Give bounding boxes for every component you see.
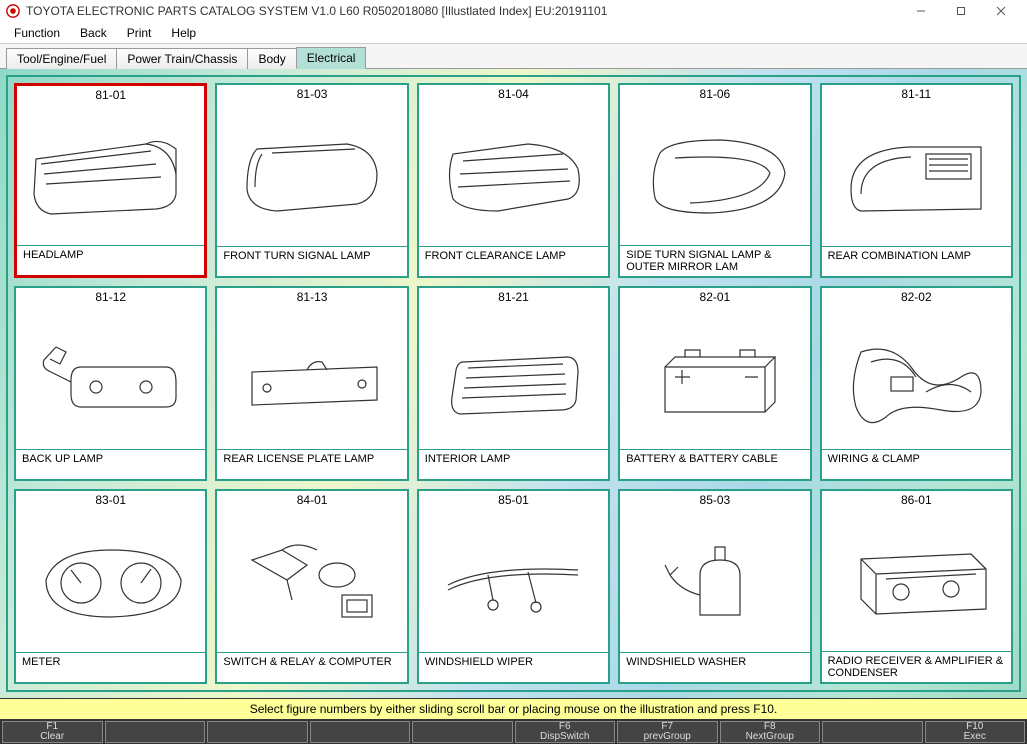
- fkey-f1[interactable]: F1Clear: [2, 721, 103, 743]
- clearance-lamp-icon: [419, 102, 608, 246]
- wiper-icon: [419, 508, 608, 652]
- parts-grid: 81-01 HEADLAMP 81-03 FRONT TURN SIGNAL LAMP…: [14, 83, 1013, 684]
- menu-function[interactable]: Function: [4, 24, 70, 42]
- part-label: WINDSHIELD WIPER: [419, 652, 608, 682]
- menu-back[interactable]: Back: [70, 24, 117, 42]
- tab-tool-engine-fuel[interactable]: Tool/Engine/Fuel: [6, 48, 117, 69]
- part-code: 82-02: [822, 288, 1011, 305]
- part-label: SIDE TURN SIGNAL LAMP & OUTER MIRROR LAM: [620, 245, 809, 276]
- fkey-empty: [105, 721, 206, 743]
- wiring-icon: [822, 305, 1011, 449]
- part-code: 81-11: [822, 85, 1011, 102]
- turn-signal-icon: [217, 102, 406, 246]
- minimize-button[interactable]: [901, 0, 941, 22]
- part-label: FRONT TURN SIGNAL LAMP: [217, 246, 406, 276]
- headlamp-icon: [17, 103, 204, 245]
- function-key-bar: F1Clear F6DispSwitchF7prevGroupF8NextGrou…: [0, 720, 1027, 744]
- part-cell-81-03[interactable]: 81-03 FRONT TURN SIGNAL LAMP: [215, 83, 408, 278]
- tab-electrical[interactable]: Electrical: [296, 47, 367, 69]
- fkey-f7[interactable]: F7prevGroup: [617, 721, 718, 743]
- hint-bar: Select figure numbers by either sliding …: [0, 698, 1027, 720]
- app-icon: [6, 4, 20, 18]
- part-code: 81-03: [217, 85, 406, 102]
- fkey-f8[interactable]: F8NextGroup: [720, 721, 821, 743]
- part-cell-81-13[interactable]: 81-13 REAR LICENSE PLATE LAMP: [215, 286, 408, 481]
- part-code: 81-13: [217, 288, 406, 305]
- part-code: 81-04: [419, 85, 608, 102]
- fkey-f6[interactable]: F6DispSwitch: [515, 721, 616, 743]
- part-cell-81-01[interactable]: 81-01 HEADLAMP: [14, 83, 207, 278]
- title-bar: TOYOTA ELECTRONIC PARTS CATALOG SYSTEM V…: [0, 0, 1027, 22]
- part-cell-82-01[interactable]: 82-01 BATTERY & BATTERY CABLE: [618, 286, 811, 481]
- fkey-empty: [822, 721, 923, 743]
- fkey-f10[interactable]: F10Exec: [925, 721, 1026, 743]
- part-label: REAR LICENSE PLATE LAMP: [217, 449, 406, 479]
- interior-lamp-icon: [419, 305, 608, 449]
- part-code: 84-01: [217, 491, 406, 508]
- part-code: 86-01: [822, 491, 1011, 508]
- side-mirror-lamp-icon: [620, 102, 809, 245]
- part-cell-85-03[interactable]: 85-03 WINDSHIELD WASHER: [618, 489, 811, 684]
- part-code: 81-01: [17, 86, 204, 103]
- washer-icon: [620, 508, 809, 652]
- switch-relay-icon: [217, 508, 406, 652]
- part-label: METER: [16, 652, 205, 682]
- close-button[interactable]: [981, 0, 1021, 22]
- backup-lamp-icon: [16, 305, 205, 449]
- fkey-empty: [310, 721, 411, 743]
- part-label: HEADLAMP: [17, 245, 204, 275]
- part-cell-81-12[interactable]: 81-12 BACK UP LAMP: [14, 286, 207, 481]
- part-cell-86-01[interactable]: 86-01 RADIO RECEIVER & AMPLIFIER & CONDEN…: [820, 489, 1013, 684]
- part-cell-81-04[interactable]: 81-04 FRONT CLEARANCE LAMP: [417, 83, 610, 278]
- hint-text: Select figure numbers by either sliding …: [250, 702, 778, 716]
- part-label: RADIO RECEIVER & AMPLIFIER & CONDENSER: [822, 651, 1011, 682]
- menu-print[interactable]: Print: [117, 24, 162, 42]
- part-label: FRONT CLEARANCE LAMP: [419, 246, 608, 276]
- part-code: 83-01: [16, 491, 205, 508]
- part-code: 81-06: [620, 85, 809, 102]
- part-label: WINDSHIELD WASHER: [620, 652, 809, 682]
- meter-icon: [16, 508, 205, 652]
- battery-icon: [620, 305, 809, 449]
- part-cell-81-06[interactable]: 81-06 SIDE TURN SIGNAL LAMP & OUTER MIRRO…: [618, 83, 811, 278]
- part-code: 85-01: [419, 491, 608, 508]
- part-cell-85-01[interactable]: 85-01 WINDSHIELD WIPER: [417, 489, 610, 684]
- part-cell-81-11[interactable]: 81-11 REAR COMBINATION LAMP: [820, 83, 1013, 278]
- part-code: 82-01: [620, 288, 809, 305]
- rear-combo-lamp-icon: [822, 102, 1011, 246]
- part-label: REAR COMBINATION LAMP: [822, 246, 1011, 276]
- part-label: SWITCH & RELAY & COMPUTER: [217, 652, 406, 682]
- part-code: 85-03: [620, 491, 809, 508]
- main-canvas: 81-01 HEADLAMP 81-03 FRONT TURN SIGNAL LAMP…: [0, 68, 1027, 698]
- part-cell-82-02[interactable]: 82-02 WIRING & CLAMP: [820, 286, 1013, 481]
- menu-help[interactable]: Help: [161, 24, 206, 42]
- part-cell-84-01[interactable]: 84-01 SWITCH & RELAY & COMPUTER: [215, 489, 408, 684]
- menu-bar: FunctionBackPrintHelp: [0, 22, 1027, 44]
- tab-strip: Tool/Engine/FuelPower Train/ChassisBodyE…: [0, 44, 1027, 68]
- radio-icon: [822, 508, 1011, 651]
- tab-power-train-chassis[interactable]: Power Train/Chassis: [116, 48, 248, 69]
- fkey-empty: [207, 721, 308, 743]
- fkey-empty: [412, 721, 513, 743]
- part-label: INTERIOR LAMP: [419, 449, 608, 479]
- part-label: BATTERY & BATTERY CABLE: [620, 449, 809, 479]
- license-lamp-icon: [217, 305, 406, 449]
- canvas-border: 81-01 HEADLAMP 81-03 FRONT TURN SIGNAL LAMP…: [6, 75, 1021, 692]
- part-code: 81-21: [419, 288, 608, 305]
- part-label: WIRING & CLAMP: [822, 449, 1011, 479]
- part-cell-83-01[interactable]: 83-01 METER: [14, 489, 207, 684]
- part-code: 81-12: [16, 288, 205, 305]
- window-controls: [901, 0, 1021, 22]
- window-title: TOYOTA ELECTRONIC PARTS CATALOG SYSTEM V…: [26, 4, 901, 18]
- part-cell-81-21[interactable]: 81-21 INTERIOR LAMP: [417, 286, 610, 481]
- part-label: BACK UP LAMP: [16, 449, 205, 479]
- maximize-button[interactable]: [941, 0, 981, 22]
- tab-body[interactable]: Body: [247, 48, 296, 69]
